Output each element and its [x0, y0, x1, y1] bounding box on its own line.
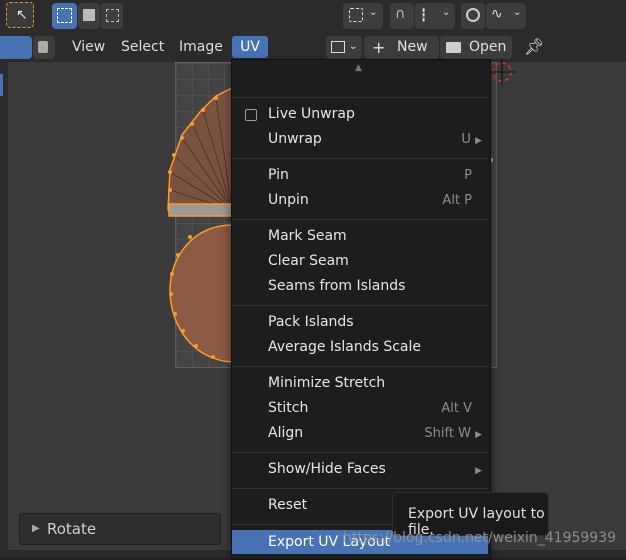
2d-cursor-icon [488, 58, 516, 86]
menu-separator [232, 452, 488, 453]
menu-item-mark-seam[interactable]: Mark Seam [268, 224, 488, 249]
menu-item-label: Reset [268, 497, 308, 513]
selected-strip [168, 203, 233, 217]
menu-item-shortcut: Alt P [442, 193, 472, 208]
menu-separator [232, 158, 488, 159]
redo-panel-label: Rotate [47, 520, 97, 538]
live-unwrap-checkbox[interactable] [245, 109, 257, 121]
menu-item-label: Align [268, 425, 304, 441]
menu-separator [232, 97, 488, 98]
fan-island [167, 86, 233, 211]
menu-item-label: Unpin [268, 192, 309, 208]
menu-item-pack-islands[interactable]: Pack Islands [268, 310, 488, 335]
menu-item-label: Unwrap [268, 131, 322, 147]
menu-item-label: Live Unwrap [268, 106, 355, 122]
menu-separator [232, 488, 488, 489]
menu-item-shortcut: U [461, 132, 471, 147]
menu-item-label: Mark Seam [268, 228, 347, 244]
menu-separator [232, 366, 488, 367]
menu-item-unwrap[interactable]: Unwrap U ▶ [268, 127, 488, 152]
menu-item-label: Clear Seam [268, 253, 349, 269]
menu-item-seams-from-islands[interactable]: Seams from Islands [268, 274, 488, 299]
menu-item-label: Average Islands Scale [268, 339, 422, 355]
submenu-arrow-icon: ▶ [475, 430, 482, 440]
menu-item-label: Stitch [268, 400, 309, 416]
menu-separator [232, 305, 488, 306]
menu-item-stitch[interactable]: Stitch Alt V [268, 396, 488, 421]
menu-item-align[interactable]: Align Shift W ▶ [268, 421, 488, 446]
menu-item-label: Pack Islands [268, 314, 354, 330]
menu-item-label: Seams from Islands [268, 278, 406, 294]
menu-item-show-hide-faces[interactable]: Show/Hide Faces ▶ [268, 457, 488, 482]
menu-item-label: Show/Hide Faces [268, 461, 386, 477]
menu-item-clear-seam[interactable]: Clear Seam [268, 249, 488, 274]
menu-item-unpin[interactable]: Unpin Alt P [268, 188, 488, 213]
redo-panel-rotate[interactable]: ▶ Rotate [19, 513, 221, 545]
menu-item-label: Pin [268, 167, 289, 183]
half-disc-island [169, 224, 233, 363]
menu-item-minimize-stretch[interactable]: Minimize Stretch [268, 371, 488, 396]
menu-item-pin[interactable]: Pin P [268, 163, 488, 188]
menu-item-label: Minimize Stretch [268, 375, 386, 391]
menu-item-shortcut: Alt V [441, 401, 472, 416]
chevron-right-icon: ▶ [32, 523, 40, 534]
menu-item-live-unwrap[interactable]: Live Unwrap [245, 102, 488, 127]
watermark-text: https://blog.csdn.net/weixin_41959939 [343, 530, 617, 546]
scroll-up-arrow-icon[interactable]: ▲ [355, 63, 362, 73]
menu-separator [232, 219, 488, 220]
submenu-arrow-icon: ▶ [475, 466, 482, 476]
menu-item-shortcut: Shift W [424, 426, 471, 441]
submenu-arrow-icon: ▶ [475, 136, 482, 146]
menu-item-shortcut: P [464, 168, 472, 183]
menu-item-average-islands-scale[interactable]: Average Islands Scale [268, 335, 488, 360]
